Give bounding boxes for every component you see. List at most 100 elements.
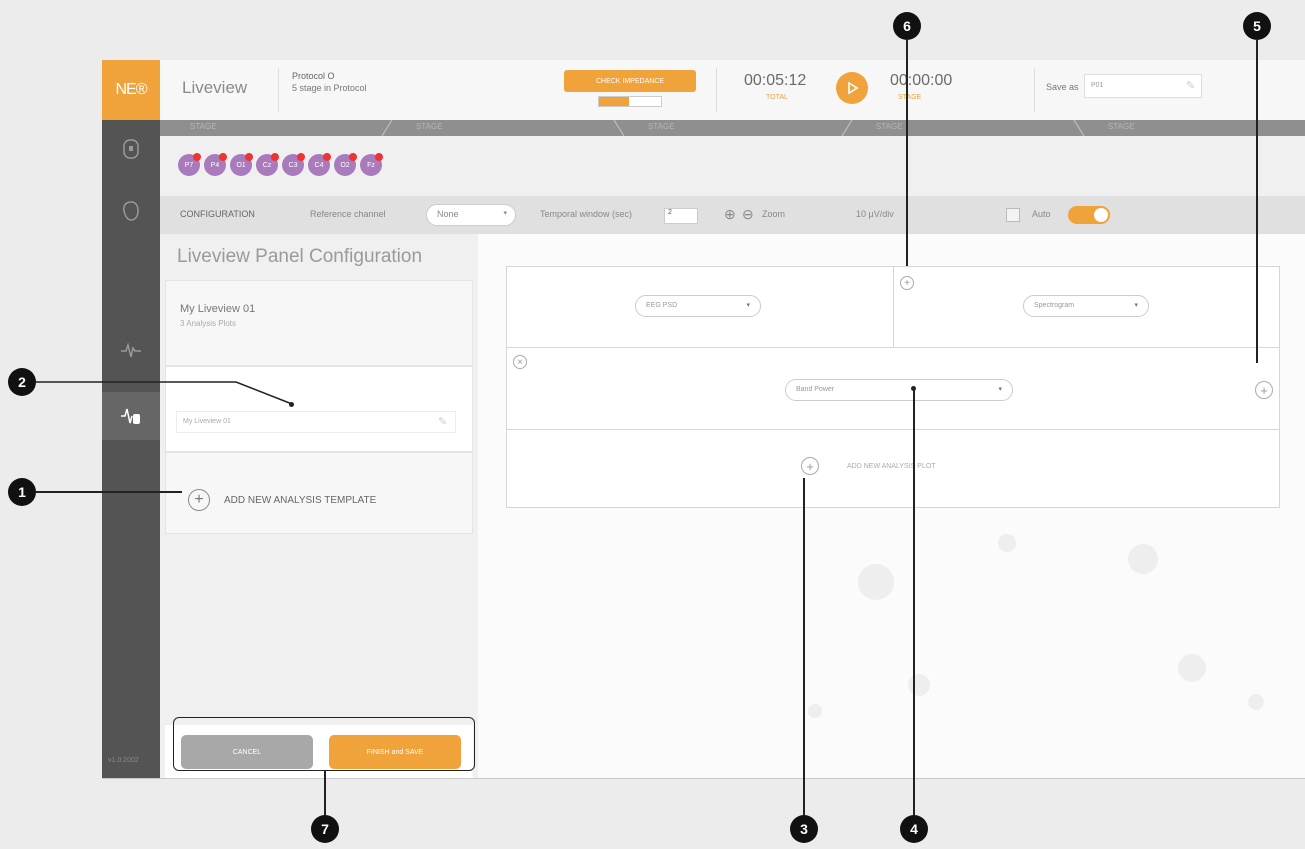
- zoom-in-icon[interactable]: ⊕: [724, 206, 736, 223]
- protocol-sub: 5 stage in Protocol: [292, 83, 367, 93]
- analysis-select-value: Band Power: [796, 386, 835, 393]
- stage-tab[interactable]: STAGE: [648, 122, 675, 131]
- reference-channel-label: Reference channel: [310, 209, 386, 219]
- chevron-down-icon: ▾: [1134, 302, 1138, 309]
- analysis-select[interactable]: Spectrogram ▾: [1023, 295, 1149, 317]
- waveform-icon[interactable]: [102, 330, 160, 372]
- liveview-card[interactable]: My Liveview 01 3 Analysis Plots: [165, 280, 473, 366]
- callout-line: [36, 381, 293, 405]
- headset-icon[interactable]: [102, 128, 160, 170]
- temporal-window-input[interactable]: 2: [664, 208, 698, 224]
- template-name-input[interactable]: My Liveview 01: [176, 411, 456, 433]
- temporal-window-label: Temporal window (sec): [540, 209, 633, 219]
- callout-line: [36, 491, 182, 493]
- chevron-down-icon: ▾: [746, 302, 750, 309]
- configuration-bar: CONFIGURATION Reference channel None ▾ Te…: [160, 196, 1305, 234]
- grid-row: × Band Power ▾ +: [507, 347, 1279, 430]
- add-template-label: ADD NEW ANALYSIS TEMPLATE: [224, 495, 377, 506]
- save-as-label: Save as: [1046, 82, 1079, 92]
- reference-channel-select[interactable]: None ▾: [426, 204, 516, 226]
- close-icon[interactable]: ×: [513, 355, 527, 369]
- cell-divider: [893, 267, 894, 347]
- pencil-icon[interactable]: ✎: [1186, 79, 1195, 92]
- page-title: Liveview: [182, 78, 248, 97]
- liveview-name: My Liveview 01: [180, 303, 256, 315]
- head-icon[interactable]: [102, 190, 160, 232]
- elapsed-timer-sub: TOTAL: [766, 94, 788, 101]
- callout-dot: [911, 386, 916, 391]
- add-analysis-label: ADD NEW ANALYSIS PLOT: [847, 463, 936, 470]
- auto-label: Auto: [1032, 209, 1051, 219]
- background-dot: [808, 704, 822, 718]
- callout-line: [803, 478, 805, 815]
- electrode[interactable]: Fz: [360, 153, 383, 176]
- callout-marker: 2: [8, 368, 36, 396]
- stage-timer-sub: STAGE: [898, 94, 922, 101]
- callout-marker: 6: [893, 12, 921, 40]
- version-label: v1.0.2002: [108, 757, 139, 764]
- scale-label: 10 µV/div: [856, 209, 894, 219]
- header-divider: [1034, 68, 1035, 112]
- background-dot: [998, 534, 1016, 552]
- electrode-strip: P7 P4 O1 Cz C3 C4 O2 Fz: [160, 136, 1305, 196]
- stage-tab[interactable]: STAGE: [1108, 122, 1135, 131]
- panel-title: Liveview Panel Configuration: [177, 246, 423, 267]
- stage-tab[interactable]: STAGE: [190, 122, 217, 131]
- protocol-info: Protocol O 5 stage in Protocol: [292, 70, 367, 94]
- electrode[interactable]: O1: [230, 153, 253, 176]
- left-rail: NE® v1.0.2002: [102, 60, 160, 778]
- electrode[interactable]: C3: [282, 153, 305, 176]
- app-window: NE® v1.0.2002 Liveview Protocol O 5 stag…: [102, 60, 1305, 779]
- save-as-input[interactable]: P01: [1084, 74, 1202, 98]
- electrode[interactable]: P4: [204, 153, 227, 176]
- impedance-progress-bar: [598, 96, 662, 107]
- template-name-value: My Liveview 01: [183, 418, 231, 425]
- header: Liveview Protocol O 5 stage in Protocol …: [160, 60, 1305, 121]
- background-dot: [1178, 654, 1206, 682]
- zoom-label: Zoom: [762, 209, 786, 219]
- plot-grid: EEG PSD ▾ Spectrogram ▾ × Band Power ▾ + + …: [506, 266, 1280, 508]
- stage-timer: 00:00:00: [890, 72, 953, 89]
- zoom-out-icon[interactable]: ⊖: [742, 206, 754, 223]
- play-button[interactable]: [836, 72, 868, 104]
- pencil-icon[interactable]: ✎: [438, 415, 447, 428]
- stage-tab[interactable]: STAGE: [416, 122, 443, 131]
- analysis-select[interactable]: Band Power ▾: [785, 379, 1013, 401]
- play-icon: [848, 81, 859, 95]
- auto-toggle[interactable]: [1068, 206, 1110, 224]
- callout-marker: 3: [790, 815, 818, 843]
- electrode[interactable]: P7: [178, 153, 201, 176]
- header-divider: [278, 68, 279, 112]
- protocol-name: Protocol O: [292, 71, 335, 81]
- add-column-icon[interactable]: +: [1255, 381, 1273, 399]
- logo: NE®: [102, 60, 160, 120]
- callout-marker: 1: [8, 478, 36, 506]
- chevron-down-icon: ▾: [503, 210, 507, 217]
- electrode[interactable]: Cz: [256, 153, 279, 176]
- stage-tab[interactable]: STAGE: [876, 122, 903, 131]
- background-dot: [908, 674, 930, 696]
- analysis-select-value: Spectrogram: [1034, 302, 1075, 309]
- background-dot: [1248, 694, 1264, 710]
- background-dot: [858, 564, 894, 600]
- callout-marker: 7: [311, 815, 339, 843]
- auto-checkbox[interactable]: [1006, 208, 1020, 222]
- configuration-label: CONFIGURATION: [180, 209, 255, 219]
- add-template-card[interactable]: + ADD NEW ANALYSIS TEMPLATE: [165, 452, 473, 534]
- electrode[interactable]: O2: [334, 153, 357, 176]
- check-impedance-button[interactable]: CHECK IMPEDANCE: [564, 70, 696, 92]
- analysis-select[interactable]: EEG PSD ▾: [635, 295, 761, 317]
- stage-bar: STAGE STAGE STAGE STAGE STAGE: [160, 120, 1305, 136]
- header-divider: [716, 68, 717, 112]
- add-row-icon[interactable]: +: [900, 276, 914, 290]
- callout-marker: 4: [900, 815, 928, 843]
- electrode[interactable]: C4: [308, 153, 331, 176]
- callout-line: [1256, 40, 1258, 363]
- save-as-value: P01: [1091, 82, 1104, 89]
- layout-canvas: EEG PSD ▾ Spectrogram ▾ × Band Power ▾ + + …: [478, 234, 1305, 778]
- footer-highlight-frame: [173, 717, 475, 771]
- add-plot-icon[interactable]: +: [801, 457, 819, 475]
- plus-icon[interactable]: +: [188, 489, 210, 511]
- callout-dot: [289, 402, 294, 407]
- chevron-down-icon: ▾: [998, 386, 1002, 393]
